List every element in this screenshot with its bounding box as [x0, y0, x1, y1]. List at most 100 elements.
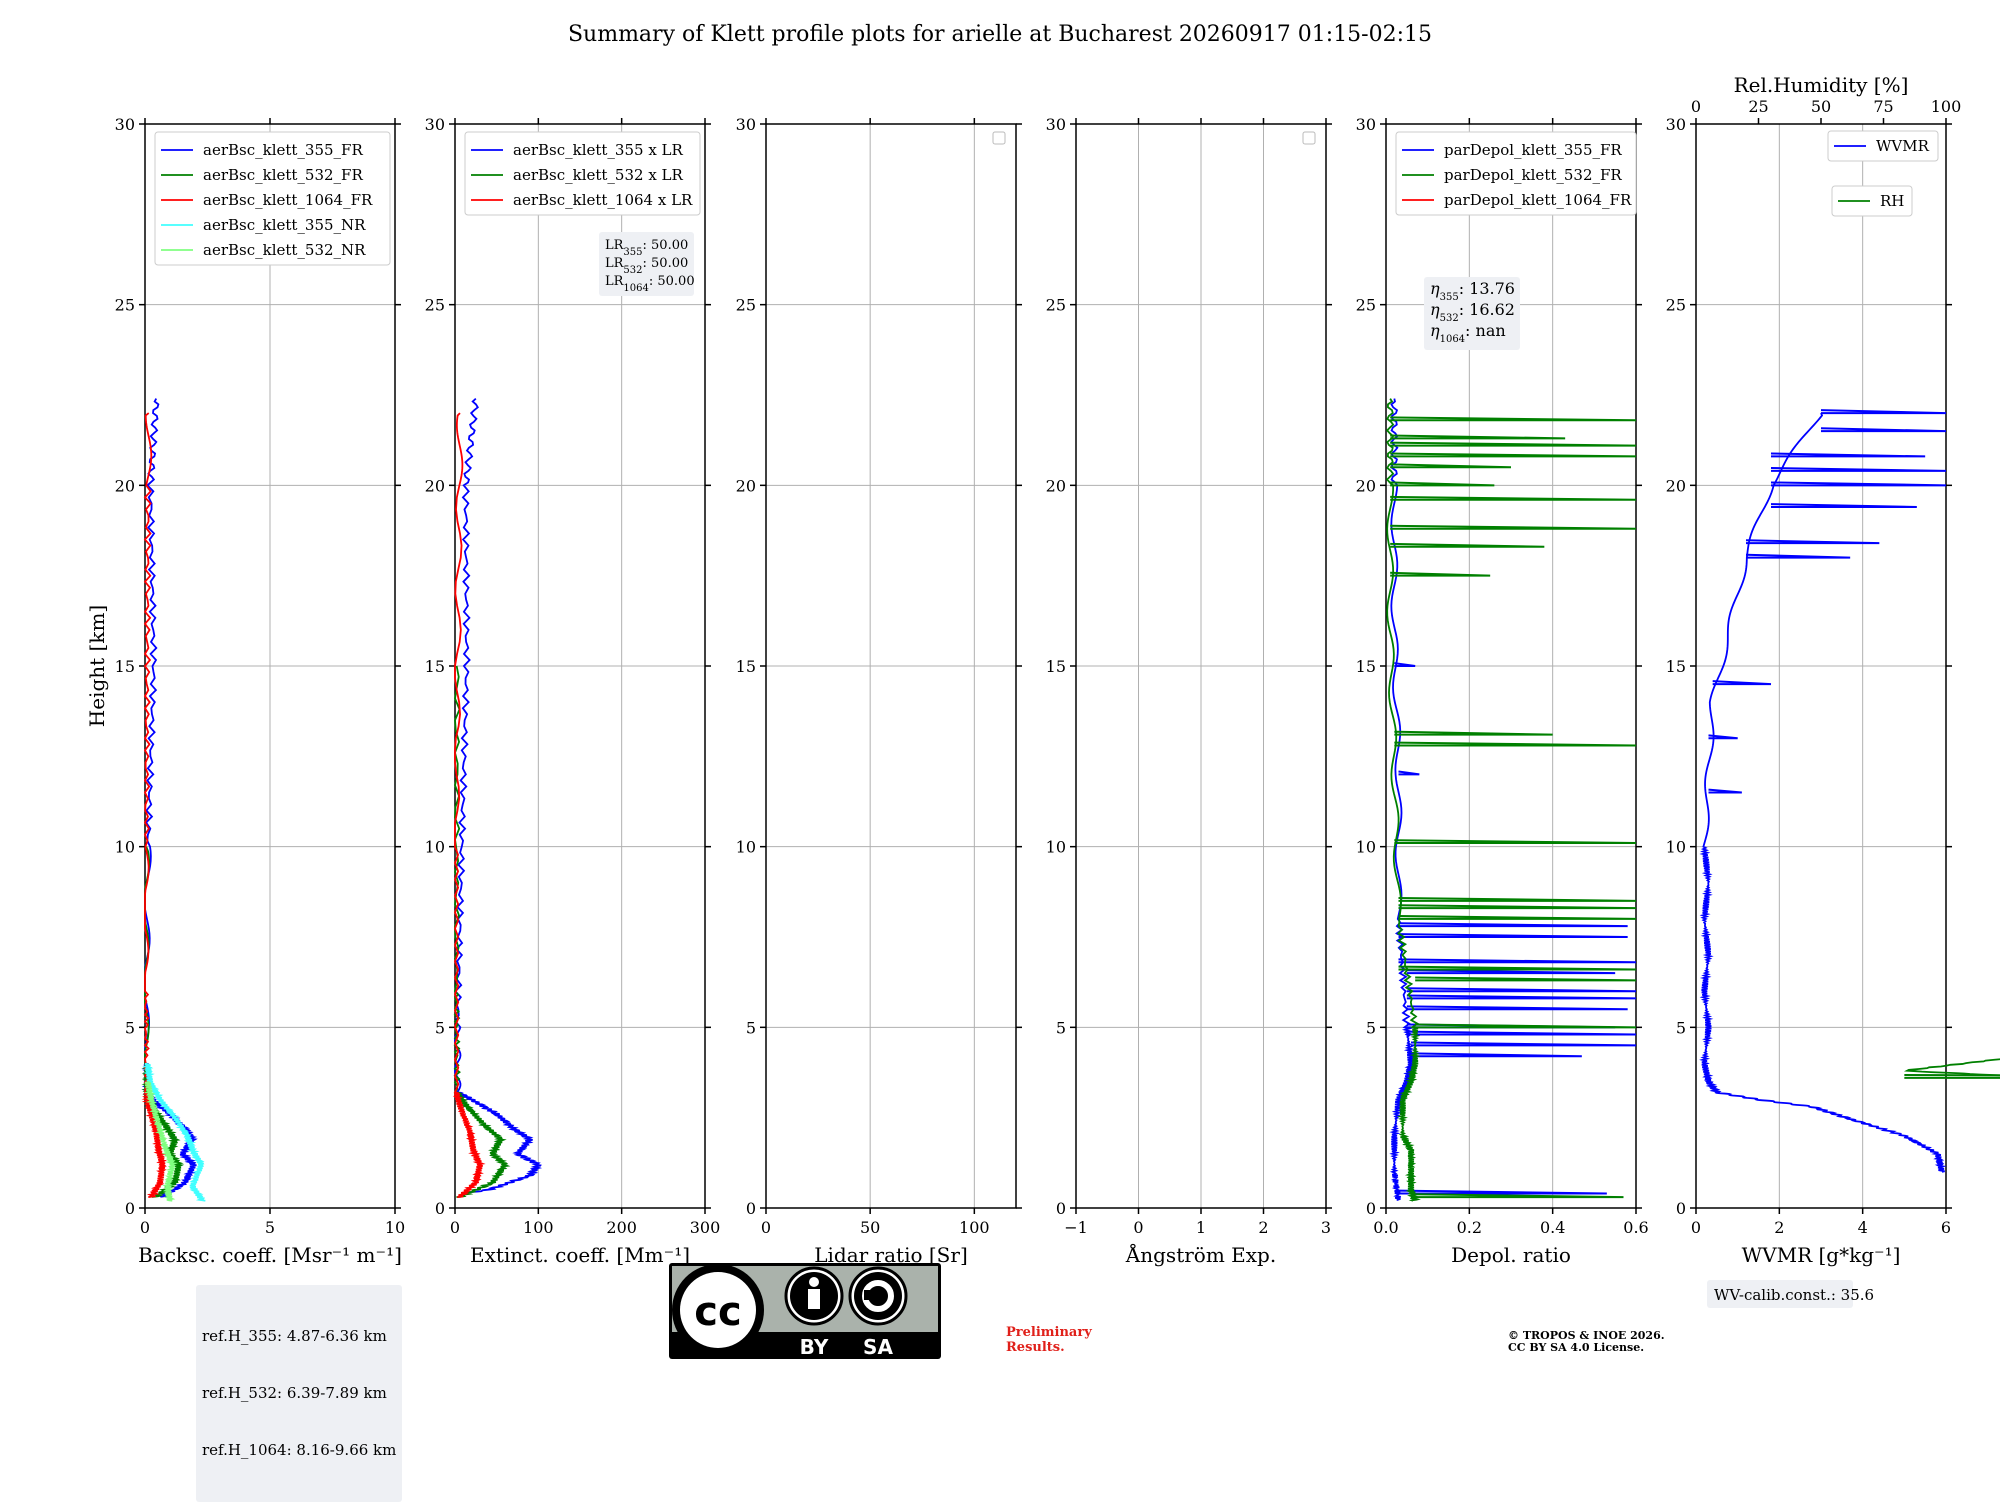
- series-spike: [1390, 481, 1495, 487]
- series-spike: [1398, 922, 1628, 928]
- y-tick-label: 30: [1666, 115, 1686, 134]
- y-tick-label: 15: [1666, 657, 1686, 676]
- y-tick-label: 25: [425, 296, 445, 315]
- y-tick-label: 15: [736, 657, 756, 676]
- preliminary-line-2: Results.: [1006, 1340, 1065, 1355]
- cc-by-sa-license-logo: cc BY SA: [669, 1263, 941, 1359]
- y-tick-label: 25: [1046, 296, 1066, 315]
- series-spike: [1770, 466, 1947, 472]
- ref-heights-box: ref.H_355: 4.87-6.36 km ref.H_532: 6.39-…: [196, 1285, 403, 1502]
- empty-legend-box: [1302, 131, 1316, 145]
- x2-tick-label: 50: [1811, 97, 1831, 116]
- copyright-note: © TROPOS & INOE 2026. CC BY SA 4.0 Licen…: [1508, 1330, 1665, 1354]
- series-line: [454, 397, 543, 1195]
- cc-logo-text: cc: [694, 1289, 741, 1335]
- series-line: [141, 398, 198, 1198]
- x-tick-label: 4: [1858, 1218, 1868, 1237]
- y-tick-label: 10: [425, 838, 445, 857]
- legend-label: aerBsc_klett_355_FR: [203, 141, 363, 159]
- panel-backscatter: 0 5 10 15 20 25 30 0 5 10 Backsc. coeff. [Msr⁻¹ m⁻…: [115, 115, 406, 1267]
- series-spike: [1390, 542, 1545, 548]
- annotation-text: WV-calib.const.: 35.6: [1714, 1286, 1874, 1304]
- panel-water-vapor: 0 5 10 15 20 25 30 0 2 4 6 0 25 50 75 100 Rel.Humidity […: [1666, 73, 2000, 1308]
- panel-extinction: 0510152025300 100 200 300Extinct. coeff. [M…: [425, 115, 721, 1267]
- x-axis-label: WVMR [g*kg⁻¹]: [1742, 1243, 1901, 1267]
- series-spike: [1398, 965, 1637, 971]
- series-spike: [1770, 481, 1947, 487]
- y-tick-label: 0: [125, 1199, 135, 1218]
- legend-label: parDepol_klett_355_FR: [1444, 141, 1622, 159]
- series-spike: [1904, 1074, 2000, 1079]
- y-tick-label: 30: [425, 115, 445, 134]
- x-tick-label: 1: [1196, 1218, 1206, 1237]
- panel-depolarization: 0 5 10 15 20 25 30 0.0 0.2 0.4 0.6 Depol. ratio parD…: [1356, 115, 1649, 1267]
- y-tick-label: 25: [736, 296, 756, 315]
- y-tick-label: 20: [736, 476, 756, 495]
- y-tick-label: 20: [1046, 476, 1066, 495]
- series-spike: [1398, 904, 1637, 910]
- y-tick-label: 30: [115, 115, 135, 134]
- series-parDepol_klett_355_FR: [1389, 398, 1637, 1201]
- series-spike: [1410, 1052, 1582, 1058]
- ref-height-1064: ref.H_1064: 8.16-9.66 km: [202, 1441, 397, 1459]
- ref-height-532: ref.H_532: 6.39-7.89 km: [202, 1384, 387, 1402]
- x2-tick-label: 75: [1873, 97, 1893, 116]
- series-spike: [1390, 434, 1566, 440]
- x-tick-label: 0: [140, 1218, 150, 1237]
- x-tick-label: 300: [690, 1218, 721, 1237]
- series-spike: [1415, 1193, 1624, 1199]
- x2-tick-label: 0: [1691, 97, 1701, 116]
- legend-label: aerBsc_klett_1064_FR: [203, 191, 373, 209]
- x2-axis-label: Rel.Humidity [%]: [1734, 73, 1909, 97]
- y-tick-label: 15: [1046, 657, 1066, 676]
- y-tick-label: 10: [1356, 838, 1376, 857]
- x-tick-label: 0.4: [1540, 1218, 1565, 1237]
- x-axis-label: Ångström Exp.: [1125, 1242, 1276, 1267]
- x-tick-label: 200: [606, 1218, 637, 1237]
- x-axis-label: Backsc. coeff. [Msr⁻¹ m⁻¹]: [138, 1243, 402, 1267]
- series-aerBsc_klett_355 x LR: [454, 397, 543, 1195]
- empty-legend-box: [992, 131, 1006, 145]
- series-spike: [1415, 976, 1637, 982]
- legend-label: aerBsc_klett_532 x LR: [513, 166, 684, 184]
- series-spike: [1406, 987, 1637, 993]
- y-tick-label: 20: [115, 476, 135, 495]
- series-spike: [1406, 969, 1616, 975]
- x2-tick-label: 100: [1931, 97, 1962, 116]
- series-parDepol_klett_532_FR: [1385, 398, 1637, 1202]
- series-WVMR: [1699, 409, 1947, 1173]
- series-spike: [1398, 933, 1628, 938]
- preliminary-results-note: Preliminary Results.: [1006, 1325, 1092, 1355]
- figure: Summary of Klett profile plots for ariel…: [0, 0, 2000, 1502]
- y-tick-label: 15: [115, 657, 135, 676]
- legend-label: RH: [1880, 192, 1904, 210]
- y-tick-label: 5: [1366, 1018, 1376, 1037]
- y-tick-label: 0: [1056, 1199, 1066, 1218]
- y-tick-label: 25: [1356, 296, 1376, 315]
- y-tick-label: 20: [1666, 476, 1686, 495]
- legend-label: aerBsc_klett_532_FR: [203, 166, 363, 184]
- y-tick-label: 5: [125, 1018, 135, 1037]
- y-tick-label: 30: [736, 115, 756, 134]
- y-tick-label: 10: [1046, 838, 1066, 857]
- legend-label: aerBsc_klett_355_NR: [203, 216, 366, 234]
- y-axis-label: Height [km]: [85, 605, 109, 727]
- ref-height-355: ref.H_355: 4.87-6.36 km: [202, 1327, 387, 1345]
- series-spike: [1390, 495, 1637, 501]
- series-spike: [1390, 524, 1637, 530]
- y-tick-label: 0: [1676, 1199, 1686, 1218]
- y-tick-label: 15: [1356, 657, 1376, 676]
- x2-tick-label: 25: [1748, 97, 1768, 116]
- series-spike: [1406, 994, 1637, 1000]
- series-spike: [1398, 958, 1637, 964]
- series-spike: [1745, 553, 1851, 559]
- panel-angstrom: 051015202530−1 0 1 2 3Ångström Exp.: [1046, 115, 1332, 1267]
- x-tick-label: 0: [761, 1218, 771, 1237]
- x-tick-label: 0.2: [1457, 1218, 1482, 1237]
- series-spike: [1394, 662, 1416, 667]
- series-spike: [1712, 680, 1772, 686]
- series-spike: [1410, 1041, 1637, 1047]
- x-axis-label: Depol. ratio: [1451, 1243, 1571, 1267]
- y-tick-label: 5: [435, 1018, 445, 1037]
- x-tick-label: 10: [385, 1218, 405, 1237]
